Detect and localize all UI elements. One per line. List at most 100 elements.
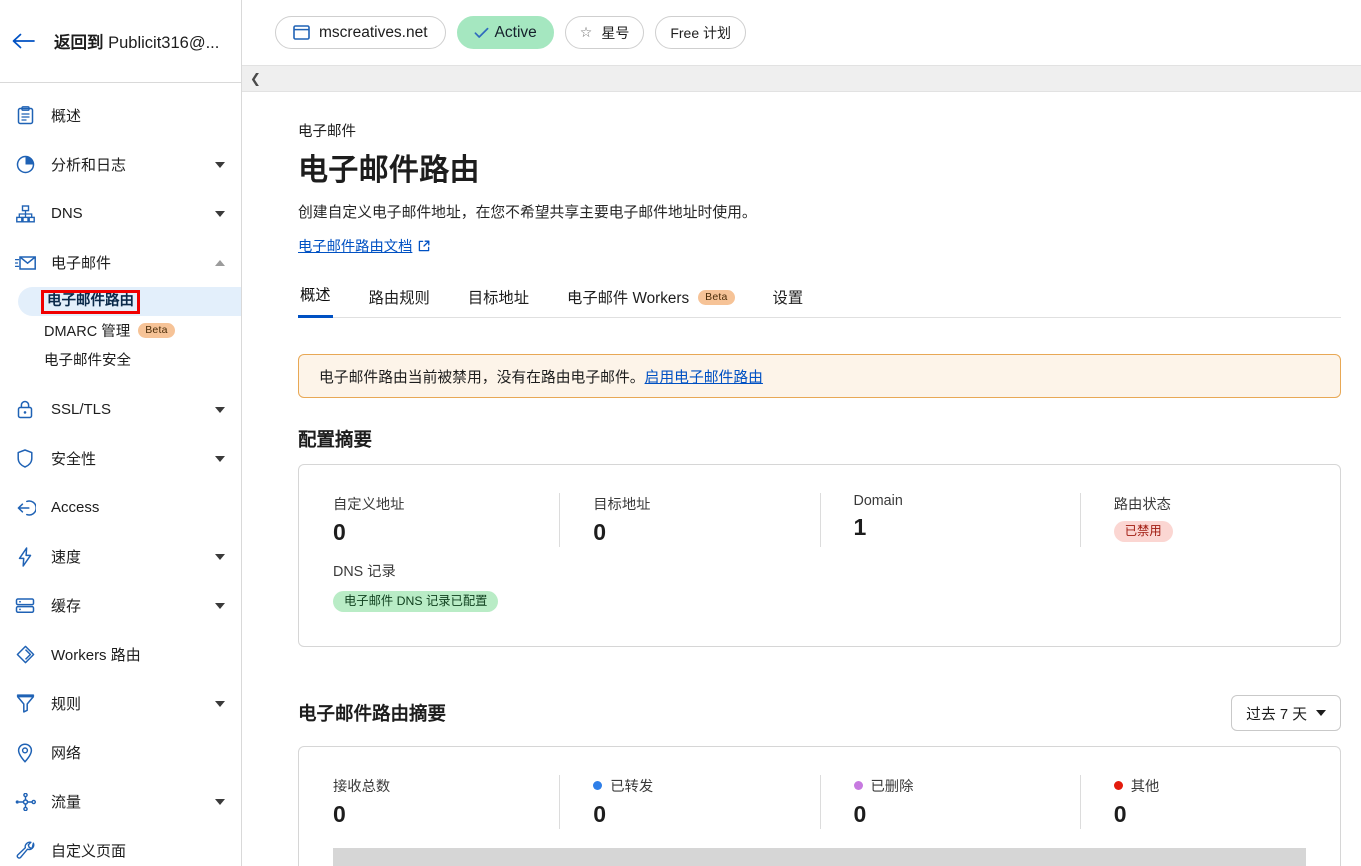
sidebar-item-rules[interactable]: 规则 [0,679,241,728]
stat-label: Domain [853,493,903,509]
envelope-icon [10,248,40,278]
sidebar-item-label: 流量 [51,794,82,811]
card-spacer [299,612,1340,646]
stat-custom-addresses: 自定义地址 0 [299,493,559,544]
chevron-down-icon[interactable] [215,455,225,462]
dns-records-row: DNS 记录 电子邮件 DNS 记录已配置 [299,544,1340,613]
chevron-left-icon[interactable]: ❮ [250,72,261,85]
domain-name: mscreatives.net [319,23,428,41]
back-prefix: 返回到 [54,34,104,52]
forwarded-dot-icon [593,781,603,791]
chevron-down-icon[interactable] [215,406,225,413]
routing-stats-row: 接收总数 0 已转发 0 已删除 0 其他 0 [299,747,1340,830]
chevron-down-icon[interactable] [215,798,225,805]
sidebar-item-email-security[interactable]: 电子邮件安全 [0,345,241,374]
sidebar-item-security[interactable]: 安全性 [0,434,241,483]
sidebar-item-network[interactable]: 网络 [0,728,241,777]
stat-label-text: 已删除 [870,779,914,796]
sidebar-item-dns[interactable]: DNS [0,189,241,238]
tab-label: 设置 [772,290,804,307]
sidebar-item-email[interactable]: 电子邮件 [0,238,241,287]
sidebar-item-label: 网络 [51,745,82,762]
sidebar-item-custom-pages[interactable]: 自定义页面 [0,826,241,866]
stat-label-text: 其他 [1130,779,1160,796]
chevron-down-icon[interactable] [215,553,225,560]
check-icon [474,27,489,39]
stat-domain: Domain 1 [819,493,1080,547]
sitemap-icon [10,199,40,229]
chart-empty-state: 选定时间间隔内未收到电子邮件。 [333,848,1306,866]
stat-forwarded: 已转发 0 [559,775,819,830]
back-account: Publicit316@... [108,34,220,52]
chevron-up-icon[interactable] [215,259,225,266]
arrow-left-icon[interactable] [10,28,36,54]
sidebar-item-ssl-tls[interactable]: SSL/TLS [0,385,241,434]
stat-label: 自定义地址 [333,497,405,513]
sidebar-item-analytics[interactable]: 分析和日志 [0,140,241,189]
tab-bar: 概述 路由规则 目标地址 电子邮件 Workers Beta 设置 [298,282,1341,318]
routing-disabled-banner: 电子邮件路由当前被禁用，没有在路由电子邮件。 启用电子邮件路由 [298,354,1341,398]
documentation-link-label: 电子邮件路由文档 [298,239,413,255]
sidebar-item-email-routing[interactable]: 电子邮件路由 [18,287,241,316]
config-summary-card: 自定义地址 0 目标地址 0 Domain 1 路由状态 已禁用 DNS 记录 … [298,464,1341,648]
access-arrow-icon [10,493,40,523]
documentation-link[interactable]: 电子邮件路由文档 [298,235,430,256]
page-title: 电子邮件路由 [298,154,480,187]
sidebar-subitem-label: 电子邮件路由 [41,289,140,314]
topbar: mscreatives.net Active ☆ 星号 Free 计划 [242,0,1361,66]
star-outline-icon: ☆ [579,24,593,40]
other-dot-icon [1113,781,1123,791]
sidebar-item-traffic[interactable]: 流量 [0,777,241,826]
sidebar-item-workers-routes[interactable]: Workers 路由 [0,630,241,679]
back-to-account-row[interactable]: 返回到 Publicit316@... [0,0,241,83]
stat-total-received: 接收总数 0 [299,775,559,826]
sidebar-item-label: 缓存 [51,598,82,615]
sidebar-item-access[interactable]: Access [0,483,241,532]
sidebar-nav: 概述 分析和日志 DNS 电子邮件 电子邮件路由 DMARC 管理 Beta 电… [0,83,241,866]
beta-badge: Beta [698,289,735,305]
time-range-label: 过去 7 天 [1246,706,1307,723]
stat-value: 0 [853,801,867,828]
tab-email-workers[interactable]: 电子邮件 Workers Beta [565,286,737,318]
chevron-down-icon[interactable] [215,700,225,707]
main-content: mscreatives.net Active ☆ 星号 Free 计划 ❮ 电子… [242,0,1361,866]
sidebar-item-speed[interactable]: 速度 [0,532,241,581]
stat-value: 0 [333,801,346,828]
pie-chart-icon [10,150,40,180]
star-label: 星号 [601,24,630,41]
domain-chip[interactable]: mscreatives.net [275,16,446,49]
tab-settings[interactable]: 设置 [771,286,806,318]
chevron-down-icon[interactable] [215,210,225,217]
stat-label: 目标地址 [593,497,651,513]
enable-routing-link[interactable]: 启用电子邮件路由 [645,366,763,387]
page-content: 电子邮件 电子邮件路由 创建自定义电子邮件地址，在您不希望共享主要电子邮件地址时… [242,92,1361,866]
tab-overview[interactable]: 概述 [298,283,333,318]
sidebar-item-label: 电子邮件 [51,255,112,272]
sidebar-item-dmarc[interactable]: DMARC 管理 Beta [0,316,241,345]
stat-value: 0 [333,519,346,545]
status-badge: Active [456,16,554,49]
stat-label-text: 接收总数 [333,779,391,796]
stat-value: 0 [1113,801,1127,828]
tab-destination-addresses[interactable]: 目标地址 [466,286,531,318]
browser-window-icon [293,25,310,40]
time-range-selector[interactable]: 过去 7 天 [1231,695,1341,732]
stat-value: 1 [853,514,867,540]
banner-text: 电子邮件路由当前被禁用，没有在路由电子邮件。 [319,369,645,386]
stat-label: 路由状态 [1113,497,1171,513]
sidebar-item-overview[interactable]: 概述 [0,91,241,140]
chevron-down-icon[interactable] [215,602,225,609]
star-button[interactable]: ☆ 星号 [564,16,645,49]
plan-badge[interactable]: Free 计划 [655,16,747,49]
funnel-icon [10,689,40,719]
stat-routing-status: 路由状态 已禁用 [1079,493,1340,547]
routing-summary-card: 接收总数 0 已转发 0 已删除 0 其他 0 [298,746,1341,866]
sidebar-item-label: 规则 [51,696,82,713]
stat-other: 其他 0 [1079,775,1340,830]
sidebar-item-caching[interactable]: 缓存 [0,581,241,630]
sidebar-item-label: 自定义页面 [51,843,127,860]
plan-label: Free 计划 [670,24,732,41]
sidebar-item-label: SSL/TLS [51,401,112,418]
tab-routing-rules[interactable]: 路由规则 [367,286,432,318]
chevron-down-icon[interactable] [215,161,225,168]
